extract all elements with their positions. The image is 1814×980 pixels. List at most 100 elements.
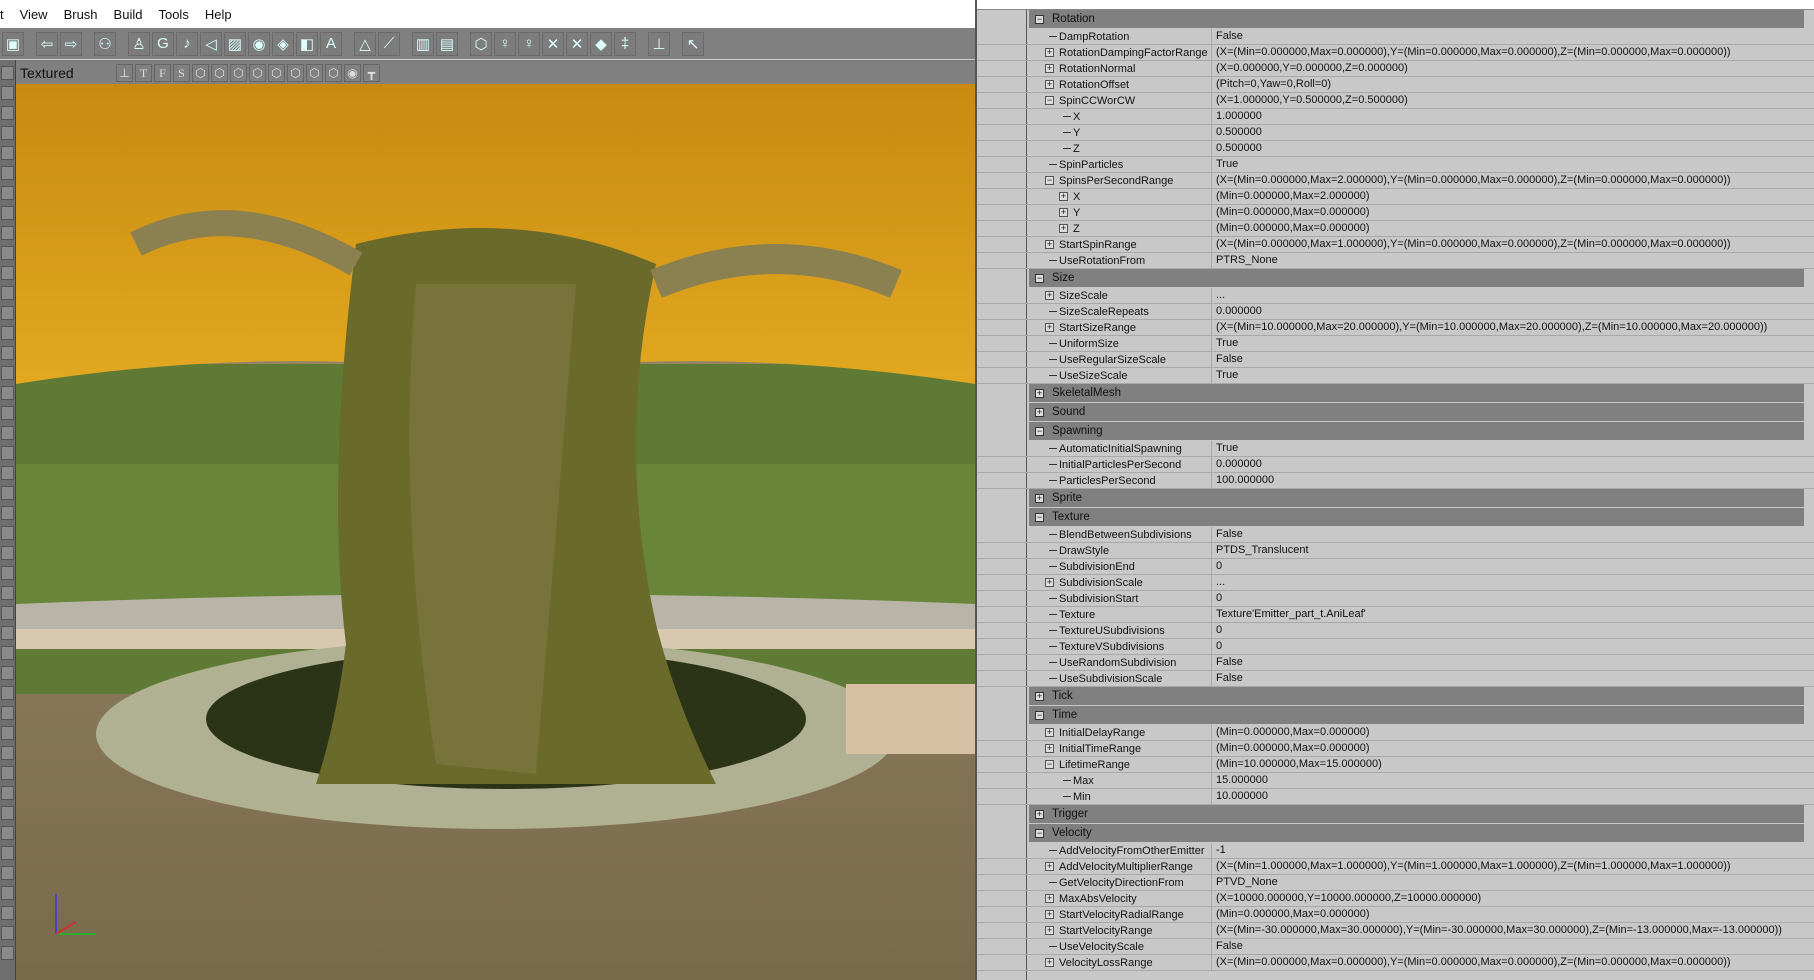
tool-button[interactable]	[1, 566, 14, 580]
expand-icon[interactable]: +	[1045, 744, 1054, 753]
expand-icon[interactable]: +	[1045, 926, 1054, 935]
tool-button[interactable]	[1, 606, 14, 620]
expand-icon[interactable]: +	[1045, 48, 1054, 57]
property-row[interactable]: SpinParticles True	[977, 156, 1814, 173]
property-value[interactable]: 100.000000	[1211, 472, 1274, 489]
collapse-icon[interactable]: −	[1045, 760, 1054, 769]
property-row[interactable]: UseSizeScale True	[977, 367, 1814, 384]
menu-view[interactable]: View	[20, 7, 48, 22]
tool-button[interactable]	[1, 766, 14, 780]
tool-button[interactable]	[1, 626, 14, 640]
menu-tools[interactable]: Tools	[158, 7, 188, 22]
expand-icon[interactable]: +	[1045, 80, 1054, 89]
property-value[interactable]: True	[1211, 440, 1238, 457]
tool-button[interactable]	[1, 866, 14, 880]
property-value[interactable]: (X=(Min=1.000000,Max=1.000000),Y=(Min=1.…	[1211, 858, 1731, 875]
lock-icon[interactable]: ┳	[363, 64, 380, 82]
view-s-button[interactable]: S	[173, 64, 190, 82]
property-row[interactable]: + StartVelocityRange (X=(Min=-30.000000,Ma…	[977, 922, 1814, 939]
property-value[interactable]: 0	[1211, 558, 1222, 575]
property-row[interactable]: Y 0.500000	[977, 124, 1814, 141]
expand-icon[interactable]: +	[1059, 192, 1068, 201]
property-row[interactable]: + StartSizeRange (X=(Min=10.000000,Max=20.…	[977, 319, 1814, 336]
font-icon[interactable]: A	[320, 31, 342, 56]
terrain-icon[interactable]: △	[354, 31, 376, 56]
property-value[interactable]: ...	[1211, 574, 1225, 591]
section-texture[interactable]: − Texture	[1029, 508, 1804, 527]
property-row[interactable]: UseRotationFrom PTRS_None	[977, 252, 1814, 269]
section-rotation[interactable]: − Rotation	[1029, 10, 1804, 29]
view-f-button[interactable]: F	[154, 64, 171, 82]
property-row[interactable]: UseRegularSizeScale False	[977, 351, 1814, 368]
property-row[interactable]: + VelocityLossRange (X=(Min=0.000000,Max=0…	[977, 954, 1814, 971]
tool-button[interactable]	[1, 266, 14, 280]
tool-button[interactable]	[1, 146, 14, 160]
tool-button[interactable]	[1, 726, 14, 740]
property-row[interactable]: + RotationNormal (X=0.000000,Y=0.000000,Z=…	[977, 60, 1814, 77]
property-value[interactable]: (X=1.000000,Y=0.500000,Z=0.500000)	[1211, 92, 1408, 109]
property-row[interactable]: UseSubdivisionScale False	[977, 670, 1814, 687]
tool-button[interactable]	[1, 846, 14, 860]
property-row[interactable]: − LifetimeRange (Min=10.000000,Max=15.0000…	[977, 756, 1814, 773]
property-row[interactable]: Max 15.000000	[977, 772, 1814, 789]
3d-viewport[interactable]	[16, 84, 975, 980]
property-value[interactable]: ...	[1211, 287, 1225, 304]
property-row[interactable]: UniformSize True	[977, 335, 1814, 352]
back-icon[interactable]: ⇦	[36, 31, 58, 56]
path-icon[interactable]: ✕	[542, 31, 564, 56]
realtime-eye-icon[interactable]: ◉	[344, 64, 361, 82]
tool-button[interactable]	[1, 686, 14, 700]
tool-button[interactable]	[1, 666, 14, 680]
property-value[interactable]: PTRS_None	[1211, 252, 1278, 269]
tool-button[interactable]	[1, 786, 14, 800]
collapse-icon[interactable]: −	[1035, 273, 1044, 283]
view-t-button[interactable]: T	[135, 64, 152, 82]
tool-button[interactable]	[1, 526, 14, 540]
section-sprite[interactable]: + Sprite	[1029, 489, 1804, 508]
property-row[interactable]: + RotationOffset (Pitch=0,Yaw=0,Roll=0)	[977, 76, 1814, 93]
menu-build[interactable]: Build	[114, 7, 143, 22]
tool-button[interactable]	[1, 226, 14, 240]
tool-button[interactable]	[1, 126, 14, 140]
expand-icon[interactable]: +	[1045, 64, 1054, 73]
tool-button[interactable]	[1, 646, 14, 660]
property-row[interactable]: X 1.000000	[977, 108, 1814, 125]
tool-button[interactable]	[1, 886, 14, 900]
property-row[interactable]: DampRotation False	[977, 28, 1814, 45]
slider-icon[interactable]: ‡	[614, 31, 636, 56]
collapse-icon[interactable]: −	[1045, 176, 1054, 185]
property-row[interactable]: + InitialDelayRange (Min=0.000000,Max=0.00…	[977, 724, 1814, 741]
section-spawning[interactable]: − Spawning	[1029, 422, 1804, 441]
collapse-icon[interactable]: −	[1035, 828, 1044, 838]
tool-button[interactable]	[1, 66, 14, 80]
viewport-mode-label[interactable]: Textured	[16, 65, 116, 81]
property-value[interactable]: (Pitch=0,Yaw=0,Roll=0)	[1211, 76, 1331, 93]
expand-icon[interactable]: +	[1045, 240, 1054, 249]
menu-t[interactable]: t	[0, 7, 4, 22]
property-row[interactable]: DrawStyle PTDS_Translucent	[977, 542, 1814, 559]
collapse-icon[interactable]: −	[1035, 512, 1044, 522]
property-row[interactable]: SizeScaleRepeats 0.000000	[977, 303, 1814, 320]
eye-icon[interactable]: ◉	[248, 31, 270, 56]
joystick-icon[interactable]: ⊥	[116, 64, 133, 82]
expand-icon[interactable]: +	[1045, 910, 1054, 919]
property-row[interactable]: Min 10.000000	[977, 788, 1814, 805]
property-value[interactable]: (Min=10.000000,Max=15.000000)	[1211, 756, 1382, 773]
collapse-icon[interactable]: −	[1035, 710, 1044, 720]
property-value[interactable]: False	[1211, 938, 1243, 955]
property-row[interactable]: GetVelocityDirectionFrom PTVD_None	[977, 874, 1814, 891]
zone-icon[interactable]: ⬡	[211, 64, 228, 82]
tool-button[interactable]	[1, 246, 14, 260]
expand-icon[interactable]: +	[1035, 388, 1044, 398]
property-value[interactable]: (X=10000.000000,Y=10000.000000,Z=10000.0…	[1211, 890, 1481, 907]
shield-icon[interactable]: ⬡	[470, 31, 492, 56]
property-row[interactable]: + SubdivisionScale...	[977, 574, 1814, 591]
tool-button[interactable]	[1, 946, 14, 960]
group-icon[interactable]: G	[152, 31, 174, 56]
joystick-icon[interactable]: ⊥	[648, 31, 670, 56]
property-value[interactable]: 1.000000	[1211, 108, 1262, 125]
tool-button[interactable]	[1, 546, 14, 560]
forward-icon[interactable]: ⇨	[60, 31, 82, 56]
expand-icon[interactable]: +	[1059, 208, 1068, 217]
property-row[interactable]: TextureUSubdivisions 0	[977, 622, 1814, 639]
